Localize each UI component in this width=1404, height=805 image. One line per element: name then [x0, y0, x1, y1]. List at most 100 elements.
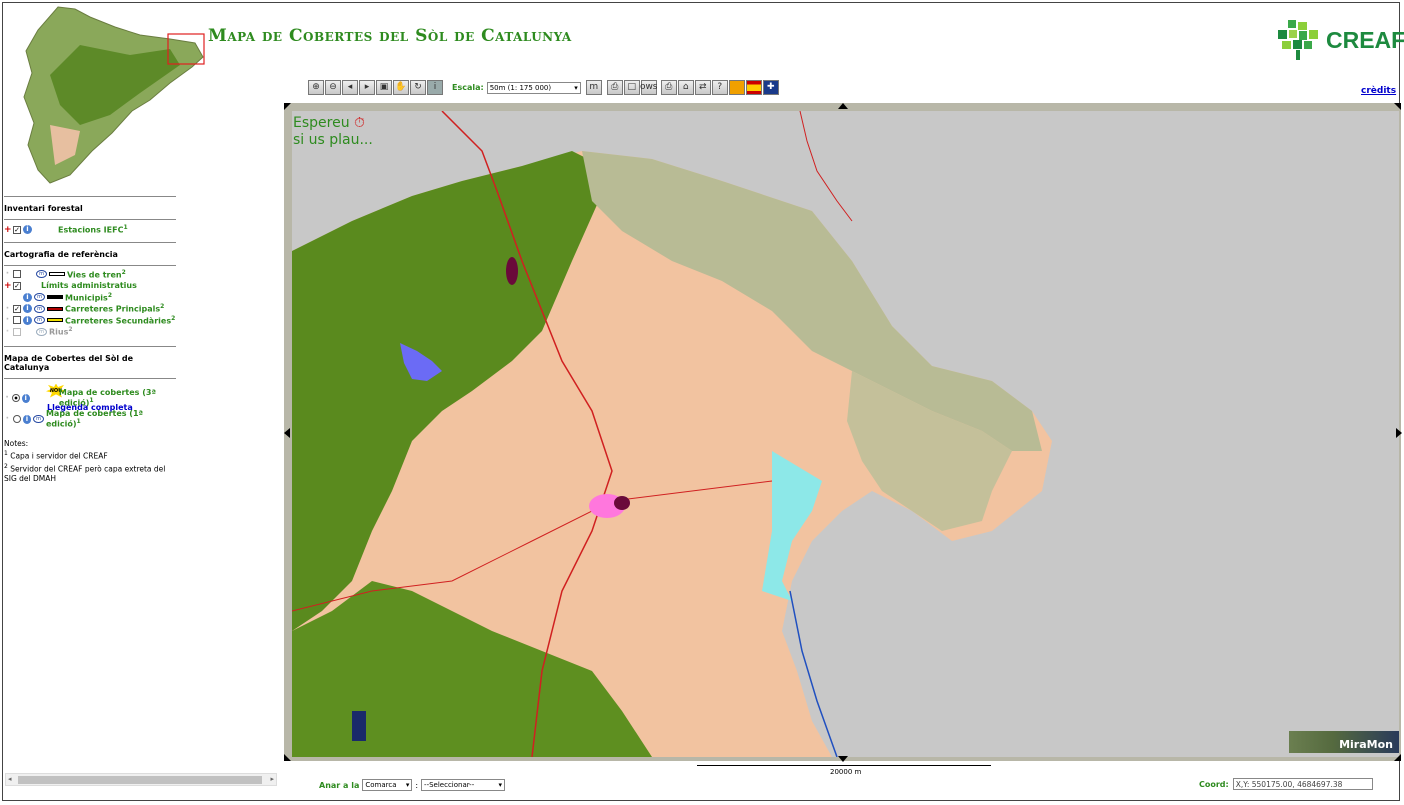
layer-name[interactable]: Límits administratius [41, 281, 137, 290]
section-title-inventari: Inventari forestal [4, 204, 83, 213]
zoom-extent-icon[interactable]: ▣ [376, 80, 392, 95]
coord-label: Coord: [1199, 779, 1229, 789]
pan-east-icon[interactable] [1396, 428, 1402, 438]
divider [4, 196, 176, 197]
miramon-logo[interactable]: MiraMon [1289, 731, 1399, 753]
horizontal-scrollbar[interactable]: ◂ ▸ [5, 773, 277, 786]
layer-name[interactable]: Rius2 [49, 326, 73, 337]
miramon-icon[interactable]: m [36, 327, 47, 336]
pan-hand-icon[interactable]: ✋ [393, 80, 409, 95]
uk-flag-icon[interactable]: ✚ [762, 80, 779, 95]
goto-controls: Anar a la Comarca ▾ : --Seleccionar-- ▾ [319, 779, 506, 791]
spain-flag-icon[interactable] [745, 80, 762, 95]
wait-message: Espereu ⏱ si us plau... [293, 115, 373, 148]
layer-name[interactable]: Municipis2 [65, 292, 112, 303]
connect-icon[interactable]: ⇄ [694, 80, 711, 95]
divider [4, 241, 176, 243]
coord-field[interactable]: X,Y: 550175.00, 4684697.38 [1232, 778, 1373, 790]
creaf-tree-icon [1278, 20, 1318, 60]
scroll-right-icon[interactable]: ▸ [270, 775, 274, 783]
chevron-down-icon: ▾ [405, 781, 410, 789]
info-icon[interactable]: i [427, 80, 443, 95]
goto-value-text: --Seleccionar-- [424, 781, 475, 789]
zoom-next-icon[interactable]: ▸ [359, 80, 375, 95]
layers-icon[interactable] [728, 80, 745, 95]
info-icon[interactable]: i [23, 292, 32, 302]
zoom-prev-icon[interactable]: ◂ [342, 80, 358, 95]
page-title: Mapa de Cobertes del Sòl de Catalunya [208, 26, 572, 46]
miramon-icon[interactable]: m [34, 316, 45, 325]
miramon-icon[interactable]: m [34, 293, 45, 302]
info-icon[interactable]: i [23, 315, 32, 325]
expand-icon[interactable]: + [4, 281, 12, 291]
section-title-cartografia: Cartografia de referència [4, 249, 118, 259]
print-icon[interactable]: ⎙ [606, 80, 623, 95]
symbol-swatch [47, 318, 63, 323]
map-toolbar: ⊕ ⊖ ◂ ▸ ▣ ✋ ↻ i Escala: 50m (1: 175 000)… [308, 79, 779, 96]
land-cover-map[interactable] [292, 111, 1399, 757]
layer-checkbox[interactable] [13, 270, 21, 279]
layer-row-rius: · m Rius2 [5, 326, 73, 338]
info-icon[interactable]: i [21, 393, 30, 403]
overview-map[interactable] [20, 5, 210, 185]
layer-name[interactable]: Estacions IEFC1 [58, 224, 128, 235]
layer-row-carreteres-principals: · ✓ i m Carreteres Principals2 [5, 303, 165, 315]
goto-value-select[interactable]: --Seleccionar-- ▾ [421, 779, 506, 791]
pan-northeast-icon[interactable] [1394, 103, 1401, 110]
scrollbar-thumb[interactable] [18, 776, 262, 784]
creaf-logo[interactable]: CREAF [1274, 18, 1404, 62]
notes-title: Notes: [4, 439, 29, 448]
pan-northwest-icon[interactable] [284, 103, 291, 110]
layer-radio[interactable] [12, 394, 20, 403]
layer-checkbox[interactable]: ✓ [13, 281, 21, 290]
pan-southwest-icon[interactable] [284, 754, 291, 761]
layer-checkbox[interactable]: ✓ [13, 225, 21, 234]
ows-icon[interactable]: ows [640, 80, 658, 95]
layer-row-limits: + ✓ Límits administratius [4, 280, 176, 292]
scale-select[interactable]: 50m (1: 175 000) ▾ [486, 81, 581, 94]
layer-row-mcsc3: NOU · i Mapa de cobertes (3ª edició)1 Ll… [4, 383, 176, 412]
layer-checkbox[interactable] [13, 327, 21, 336]
help-icon[interactable]: ? [711, 80, 728, 95]
chevron-down-icon: ▾ [574, 83, 578, 92]
layer-name[interactable]: Mapa de cobertes (1ª edició)1 [46, 409, 176, 429]
scroll-left-icon[interactable]: ◂ [8, 775, 12, 783]
miramon-icon[interactable]: m [33, 415, 44, 424]
refresh-icon[interactable]: ↻ [410, 80, 426, 95]
window-icon[interactable]: □ [623, 80, 640, 95]
printer-icon[interactable]: ⎙ [660, 80, 677, 95]
layer-radio[interactable] [12, 415, 21, 424]
credits-link[interactable]: crèdits [1361, 86, 1396, 96]
map-canvas[interactable] [292, 111, 1399, 757]
layer-row-mcsc1: · i m Mapa de cobertes (1ª edició)1 [4, 409, 176, 429]
layer-name[interactable]: Vies de tren2 [67, 269, 126, 280]
zoom-out-icon[interactable]: ⊖ [325, 80, 341, 95]
layer-checkbox[interactable]: ✓ [13, 304, 21, 313]
pan-south-icon[interactable] [838, 756, 848, 762]
info-icon[interactable]: i [23, 304, 32, 314]
scale-select-value: 50m (1: 175 000) [489, 83, 552, 92]
info-icon[interactable]: i [22, 414, 32, 424]
miramon-icon[interactable]: m [585, 80, 602, 95]
layer-name[interactable]: Carreteres Secundàries2 [65, 315, 175, 326]
symbol-swatch [49, 272, 65, 277]
pan-west-icon[interactable] [284, 428, 290, 438]
expand-icon[interactable]: + [4, 225, 12, 235]
layer-row-vies-tren: · m Vies de tren2 [5, 268, 126, 280]
pan-southeast-icon[interactable] [1394, 754, 1401, 761]
zoom-in-icon[interactable]: ⊕ [308, 80, 324, 95]
scale-bar [697, 765, 991, 766]
home-icon[interactable]: ⌂ [677, 80, 694, 95]
miramon-icon[interactable]: m [34, 304, 45, 313]
layer-checkbox[interactable] [13, 316, 21, 325]
pan-north-icon[interactable] [838, 103, 848, 109]
symbol-swatch [47, 295, 63, 300]
chevron-down-icon: ▾ [498, 781, 503, 789]
goto-label: Anar a la [319, 780, 360, 790]
layer-name[interactable]: Carreteres Principals2 [65, 303, 164, 314]
reservoir-south [352, 711, 366, 741]
legend-link[interactable]: Llegenda completa [47, 403, 133, 412]
miramon-icon[interactable]: m [36, 270, 47, 279]
goto-type-select[interactable]: Comarca ▾ [362, 779, 413, 791]
info-icon[interactable]: i [23, 225, 32, 235]
